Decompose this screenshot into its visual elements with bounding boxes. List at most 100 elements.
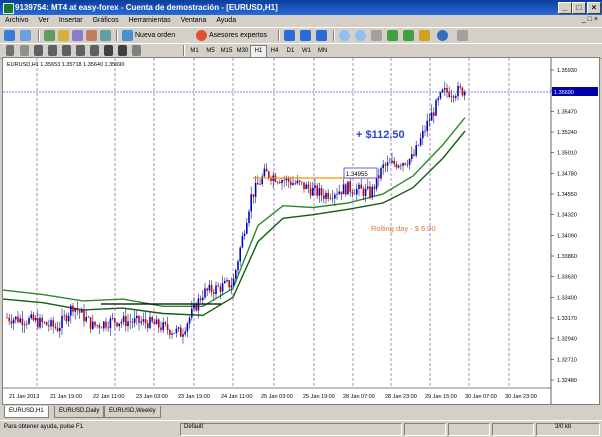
periods-icon[interactable] [437, 30, 448, 41]
new-order-button[interactable]: Nueva orden [135, 30, 175, 41]
candle-body [413, 154, 415, 156]
candle-body [290, 181, 292, 185]
tab-eurusd-weekly[interactable]: EURUSD,Weekly [104, 406, 161, 418]
candle-body [384, 164, 387, 166]
data-window-icon[interactable] [58, 30, 69, 41]
channel-icon[interactable] [76, 45, 85, 56]
new-chart-icon[interactable] [4, 30, 15, 41]
candle-body [28, 318, 30, 324]
terminal-icon[interactable] [86, 30, 97, 41]
candle-body [250, 194, 252, 212]
crosshair-icon[interactable] [20, 45, 29, 56]
horizontal-line-icon[interactable] [48, 45, 57, 56]
y-tick-label: 1.34090 [557, 233, 577, 239]
candle-body [23, 324, 26, 326]
y-tick-label: 1.33860 [557, 254, 577, 260]
menu-bar: Archivo Ver Insertar Gráficos Herramientas Ve… [0, 15, 602, 27]
new-order-icon[interactable] [122, 30, 133, 41]
zoom-out-icon[interactable] [355, 30, 366, 41]
candle-body [232, 278, 235, 286]
y-tick-label: 1.35010 [557, 151, 577, 157]
candle-body [67, 315, 70, 322]
y-tick-label: 1.35470 [557, 109, 577, 115]
experts-button[interactable]: Asesores expertos [209, 30, 267, 41]
vertical-line-icon[interactable] [34, 45, 43, 56]
menu-ayuda[interactable]: Ayuda [211, 15, 241, 27]
candle-body [188, 317, 191, 324]
chart-area[interactable]: 1.359301.357001.354701.352401.350101.347… [2, 57, 600, 405]
maximize-button[interactable]: □ [572, 2, 586, 14]
candle-body [158, 319, 160, 328]
candle-body [107, 327, 109, 329]
candle-body [96, 325, 98, 326]
price-chart[interactable]: 1.359301.357001.354701.352401.350101.347… [3, 58, 599, 404]
autoscroll-icon[interactable] [403, 30, 414, 41]
mdi-window-buttons[interactable]: _ □ × [582, 16, 598, 23]
zoom-in-icon[interactable] [339, 30, 350, 41]
menu-graficos[interactable]: Gráficos [88, 15, 124, 27]
candle-body [116, 322, 118, 327]
close-button[interactable]: × [587, 2, 601, 14]
menu-ver[interactable]: Ver [33, 15, 54, 27]
candle-body [166, 324, 169, 330]
candle-body [87, 317, 90, 318]
candle-body [360, 184, 362, 189]
line-chart-icon[interactable] [316, 30, 327, 41]
candle-body [459, 86, 461, 88]
candle-body [318, 188, 321, 196]
label-tool-icon[interactable] [118, 45, 127, 56]
candle-body [380, 168, 382, 179]
text-tool-icon[interactable] [104, 45, 113, 56]
candle-body [316, 185, 318, 196]
candle-body [439, 92, 442, 99]
strategy-tester-icon[interactable] [100, 30, 111, 41]
trendline-icon[interactable] [62, 45, 71, 56]
experts-icon[interactable] [196, 30, 207, 41]
candle-body [56, 327, 59, 332]
tile-windows-icon[interactable] [371, 30, 382, 41]
candle-body [50, 320, 52, 327]
arrows-tool-icon[interactable] [132, 45, 141, 56]
minimize-button[interactable]: _ [558, 2, 572, 14]
candle-body [147, 323, 149, 329]
candle-body [105, 321, 107, 328]
candle-body [182, 334, 184, 337]
fibonacci-icon[interactable] [90, 45, 99, 56]
tab-eurusd-daily[interactable]: EURUSD,Daily [54, 406, 105, 418]
menu-insertar[interactable]: Insertar [54, 15, 88, 27]
market-watch-icon[interactable] [44, 30, 55, 41]
y-tick-label: 1.35930 [557, 68, 577, 74]
chart-shift-icon[interactable] [387, 30, 398, 41]
templates-icon[interactable] [457, 30, 468, 41]
candle-body [338, 191, 340, 195]
candle-body [70, 305, 72, 316]
tab-eurusd-h1[interactable]: EURUSD,H1 [4, 406, 49, 418]
candle-body [367, 186, 369, 189]
candle-body [94, 321, 96, 326]
candle-body [283, 180, 285, 181]
x-tick-label: 30 Jan 07:00 [465, 394, 497, 400]
indicators-icon[interactable] [419, 30, 430, 41]
candle-body [173, 333, 175, 334]
candle-body [48, 325, 50, 327]
navigator-icon[interactable] [72, 30, 83, 41]
candle-body [153, 321, 156, 325]
candle-body [331, 197, 334, 199]
menu-herramientas[interactable]: Herramientas [124, 15, 176, 27]
candle-body [336, 194, 338, 195]
candle-body [92, 321, 94, 329]
menu-archivo[interactable]: Archivo [0, 15, 33, 27]
candle-body [34, 318, 37, 321]
bar-chart-icon[interactable] [284, 30, 295, 41]
candle-body [452, 96, 455, 98]
current-price-tag-text: 1.35690 [554, 90, 574, 96]
profiles-icon[interactable] [20, 30, 31, 41]
candle-body [21, 318, 24, 326]
candle-chart-icon[interactable] [300, 30, 311, 41]
candle-body [314, 185, 316, 188]
candle-body [342, 184, 345, 195]
cursor-icon[interactable] [6, 45, 14, 56]
candle-body [195, 303, 197, 311]
menu-ventana[interactable]: Ventana [176, 15, 212, 27]
candle-body [419, 138, 422, 146]
